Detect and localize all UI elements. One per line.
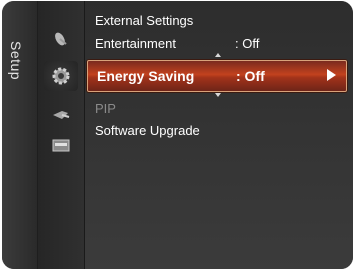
scroll-down-indicator [215, 93, 221, 97]
submenu-arrow-icon[interactable] [327, 69, 336, 81]
menu-item-label: Software Upgrade [95, 123, 200, 138]
tv-menu-panel: Setup External Settings Entertainment: … [2, 1, 353, 269]
input-plug-icon[interactable] [50, 105, 72, 125]
gear-icon[interactable] [44, 61, 78, 91]
menu-item-value: : Off [236, 68, 265, 84]
setup-tab-label: Setup [8, 41, 24, 81]
menu-item-energy-saving[interactable]: Energy Saving : Off [87, 60, 347, 92]
menu-item-entertainment[interactable]: Entertainment : Off [85, 33, 353, 53]
menu-item-label: Entertainment [95, 36, 176, 51]
menu-item-value: : Off [235, 36, 260, 51]
scroll-up-indicator [215, 53, 221, 57]
menu-item-label: Energy Saving [97, 68, 195, 84]
menu-item-label: PIP [95, 101, 116, 116]
satellite-dish-icon[interactable] [50, 29, 72, 49]
setup-tab[interactable]: Setup [2, 1, 38, 269]
setup-menu-list: External Settings Entertainment : Off En… [85, 1, 353, 269]
category-icon-column [38, 1, 85, 269]
menu-item-external-settings[interactable]: External Settings [85, 10, 353, 30]
menu-item-label: External Settings [95, 13, 194, 28]
menu-item-pip: PIP [85, 98, 353, 118]
menu-item-software-upgrade[interactable]: Software Upgrade [85, 120, 353, 140]
support-card-icon[interactable] [50, 135, 72, 155]
